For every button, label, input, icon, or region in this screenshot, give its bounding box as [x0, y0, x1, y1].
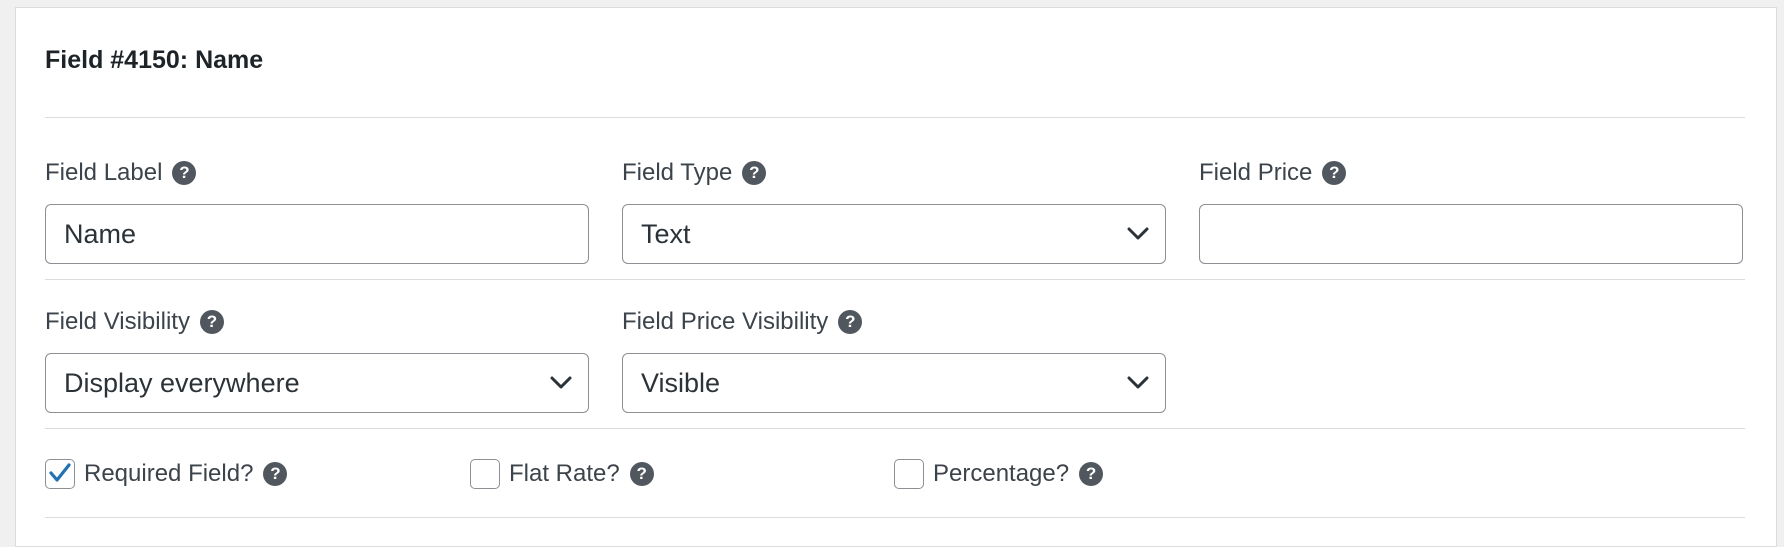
percentage-option: Percentage? ? [894, 459, 1104, 489]
divider [45, 117, 1745, 118]
divider [45, 517, 1745, 518]
field-price-input[interactable] [1199, 204, 1743, 264]
field-visibility-group: Field Visibility ? Display everywhere [45, 307, 589, 413]
field-visibility-label: Field Visibility [45, 308, 190, 335]
field-label-value: Name [64, 218, 137, 249]
percentage-label[interactable]: Percentage? [933, 460, 1069, 488]
flat-rate-option: Flat Rate? ? [470, 459, 654, 489]
checkmark-icon [49, 463, 71, 482]
question-circle-icon[interactable]: ? [1322, 161, 1347, 185]
question-circle-icon[interactable]: ? [199, 310, 224, 334]
question-circle-icon[interactable]: ? [1079, 462, 1104, 486]
chevron-down-icon [1127, 376, 1149, 389]
field-label-input[interactable]: Name [45, 204, 589, 264]
field-type-group: Field Type ? Text [622, 158, 1166, 264]
field-title: Field #4150: Name [45, 46, 264, 74]
field-visibility-value: Display everywhere [64, 367, 300, 398]
field-type-label: Field Type [622, 159, 733, 186]
chevron-down-icon [550, 376, 572, 389]
question-circle-icon[interactable]: ? [629, 462, 654, 486]
percentage-checkbox[interactable] [894, 459, 924, 489]
question-circle-icon[interactable]: ? [263, 462, 288, 486]
field-label-label: Field Label [45, 159, 163, 186]
flat-rate-checkbox[interactable] [470, 459, 500, 489]
field-price-visibility-select[interactable]: Visible [622, 353, 1166, 413]
required-field-label[interactable]: Required Field? [84, 460, 253, 488]
flat-rate-label[interactable]: Flat Rate? [509, 460, 620, 488]
required-field-option: Required Field? ? [45, 459, 288, 489]
question-circle-icon[interactable]: ? [742, 161, 767, 185]
chevron-down-icon [1127, 227, 1149, 240]
field-type-select[interactable]: Text [622, 204, 1166, 264]
required-field-checkbox[interactable] [45, 459, 75, 489]
field-settings-panel: Field #4150: Name Field Label ? Name Fie… [15, 7, 1777, 547]
divider [45, 279, 1745, 280]
question-circle-icon[interactable]: ? [172, 161, 197, 185]
field-price-visibility-label: Field Price Visibility [622, 308, 829, 335]
field-price-label: Field Price [1199, 159, 1313, 186]
field-price-visibility-group: Field Price Visibility ? Visible [622, 307, 1166, 413]
question-circle-icon[interactable]: ? [838, 310, 863, 334]
field-price-visibility-value: Visible [641, 367, 721, 398]
field-label-group: Field Label ? Name [45, 158, 589, 264]
field-visibility-select[interactable]: Display everywhere [45, 353, 589, 413]
field-price-group: Field Price ? [1199, 158, 1743, 264]
field-type-value: Text [641, 218, 691, 249]
divider [45, 428, 1745, 429]
